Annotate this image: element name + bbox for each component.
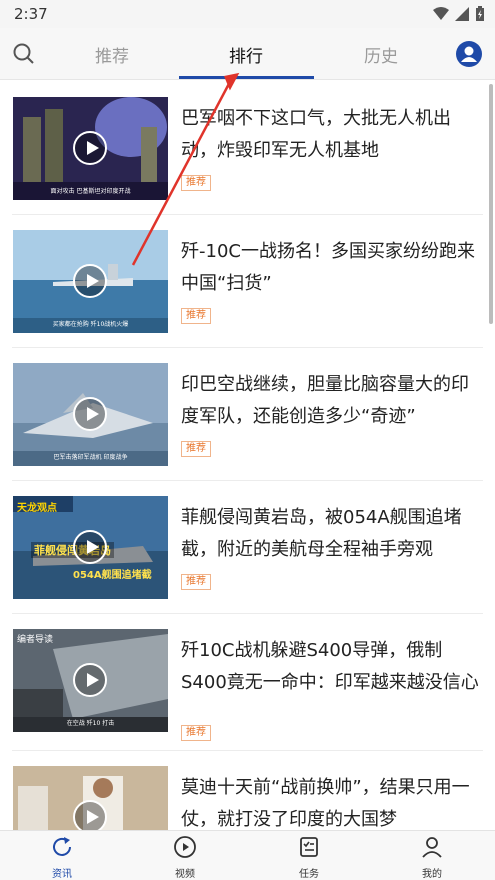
video-thumbnail[interactable]: 巴军击落印军战机 印度战争 [13,363,168,466]
signal-icon [455,7,469,21]
thumbnail-caption: 在空战 歼10 打击 [66,720,115,727]
thumbnail-banner-bottom: 054A舰围追堵截 [73,570,152,581]
list-item[interactable]: 天龙观点 菲舰侵闯黄岩岛 054A舰围追堵截 菲舰侵闯黄岩岛，被054A舰围追堵… [0,496,495,614]
play-icon[interactable] [73,530,107,564]
video-thumbnail[interactable]: 编者导读 在空战 歼10 打击 [13,629,168,732]
thumbnail-caption: 面对攻击 巴基斯坦对印度开战 [50,188,131,195]
item-title[interactable]: 歼-10C一战扬名！多国买家纷纷跑来中国“扫货” [181,236,483,300]
battery-icon [476,6,484,21]
list-item[interactable]: 巴军击落印军战机 印度战争 印巴空战继续，胆量比脑容量大的印度军队，还能创造多少… [0,363,495,481]
play-icon[interactable] [73,663,107,697]
nav-tasks[interactable]: 任务 [279,835,339,880]
recommend-tag: 推荐 [181,175,211,191]
list-item[interactable]: 买家都在抢购 歼10战机火爆 歼-10C一战扬名！多国买家纷纷跑来中国“扫货” … [0,230,495,348]
tab-rank[interactable]: 排行 [229,42,263,67]
play-circle-icon [174,836,196,858]
news-feed[interactable]: 面对攻击 巴基斯坦对印度开战 巴军咽不下这口气，大批无人机出动，炸毁印军无人机基… [0,81,495,831]
recommend-tag: 推荐 [181,441,211,457]
nav-mine-label: 我的 [422,869,442,880]
divider [12,347,483,348]
item-title[interactable]: 莫迪十天前“战前换帅”，结果只用一仗，就打没了印度的大国梦 [181,772,483,831]
nav-mine[interactable]: 我的 [402,835,462,880]
status-time: 2:37 [14,5,48,23]
status-bar: 2:37 [0,0,495,28]
nav-news-label: 资讯 [52,869,72,880]
play-icon[interactable] [73,397,107,431]
item-title[interactable]: 印巴空战继续，胆量比脑容量大的印度军队，还能创造多少“奇迹” [181,369,483,433]
nav-video[interactable]: 视频 [155,835,215,880]
play-icon[interactable] [73,264,107,298]
search-icon[interactable] [12,42,36,66]
divider [12,750,483,751]
refresh-icon [53,837,71,856]
video-thumbnail[interactable]: 面对攻击 巴基斯坦对印度开战 [13,97,168,200]
status-icons [433,6,485,22]
list-item[interactable]: 面对攻击 巴基斯坦对印度开战 巴军咽不下这口气，大批无人机出动，炸毁印军无人机基… [0,97,495,215]
user-avatar-icon[interactable] [455,40,483,68]
video-thumbnail[interactable]: 买家都在抢购 歼10战机火爆 [13,230,168,333]
recommend-tag: 推荐 [181,308,211,324]
feed-scrollbar[interactable] [489,84,493,324]
checklist-icon [300,837,318,857]
thumbnail-banner-top: 天龙观点 [17,503,57,514]
list-item[interactable]: 编者导读 在空战 歼10 打击 歼10C战机躲避S400导弹，俄制S400竟无一… [0,629,495,777]
nav-tasks-label: 任务 [299,869,319,880]
play-icon[interactable] [73,800,107,831]
video-thumbnail[interactable] [13,766,168,831]
tab-history[interactable]: 历史 [364,42,398,67]
divider [12,214,483,215]
video-thumbnail[interactable]: 天龙观点 菲舰侵闯黄岩岛 054A舰围追堵截 [13,496,168,599]
divider [12,480,483,481]
play-icon[interactable] [73,131,107,165]
divider [12,613,483,614]
thumbnail-caption: 买家都在抢购 歼10战机火爆 [52,321,129,328]
nav-video-label: 视频 [175,869,195,880]
thumbnail-banner-top: 编者导读 [17,635,54,645]
top-tab-bar: 推荐 排行 历史 [0,28,495,80]
item-title[interactable]: 巴军咽不下这口气，大批无人机出动，炸毁印军无人机基地 [181,103,483,167]
person-icon [422,837,442,858]
wifi-icon [433,7,449,20]
bottom-nav: 资讯 视频 任务 我的 [0,830,495,880]
tab-recommend[interactable]: 推荐 [95,42,129,67]
list-item[interactable]: 莫迪十天前“战前换帅”，结果只用一仗，就打没了印度的大国梦 [0,766,495,831]
thumbnail-caption: 巴军击落印军战机 印度战争 [53,454,128,461]
nav-news[interactable]: 资讯 [32,835,92,880]
item-title[interactable]: 菲舰侵闯黄岩岛，被054A舰围追堵截，附近的美航母全程袖手旁观 [181,502,483,566]
item-title[interactable]: 歼10C战机躲避S400导弹，俄制S400竟无一命中：印军越来越没信心 [181,635,483,699]
active-tab-indicator [179,76,314,79]
recommend-tag: 推荐 [181,574,211,590]
recommend-tag: 推荐 [181,725,211,741]
